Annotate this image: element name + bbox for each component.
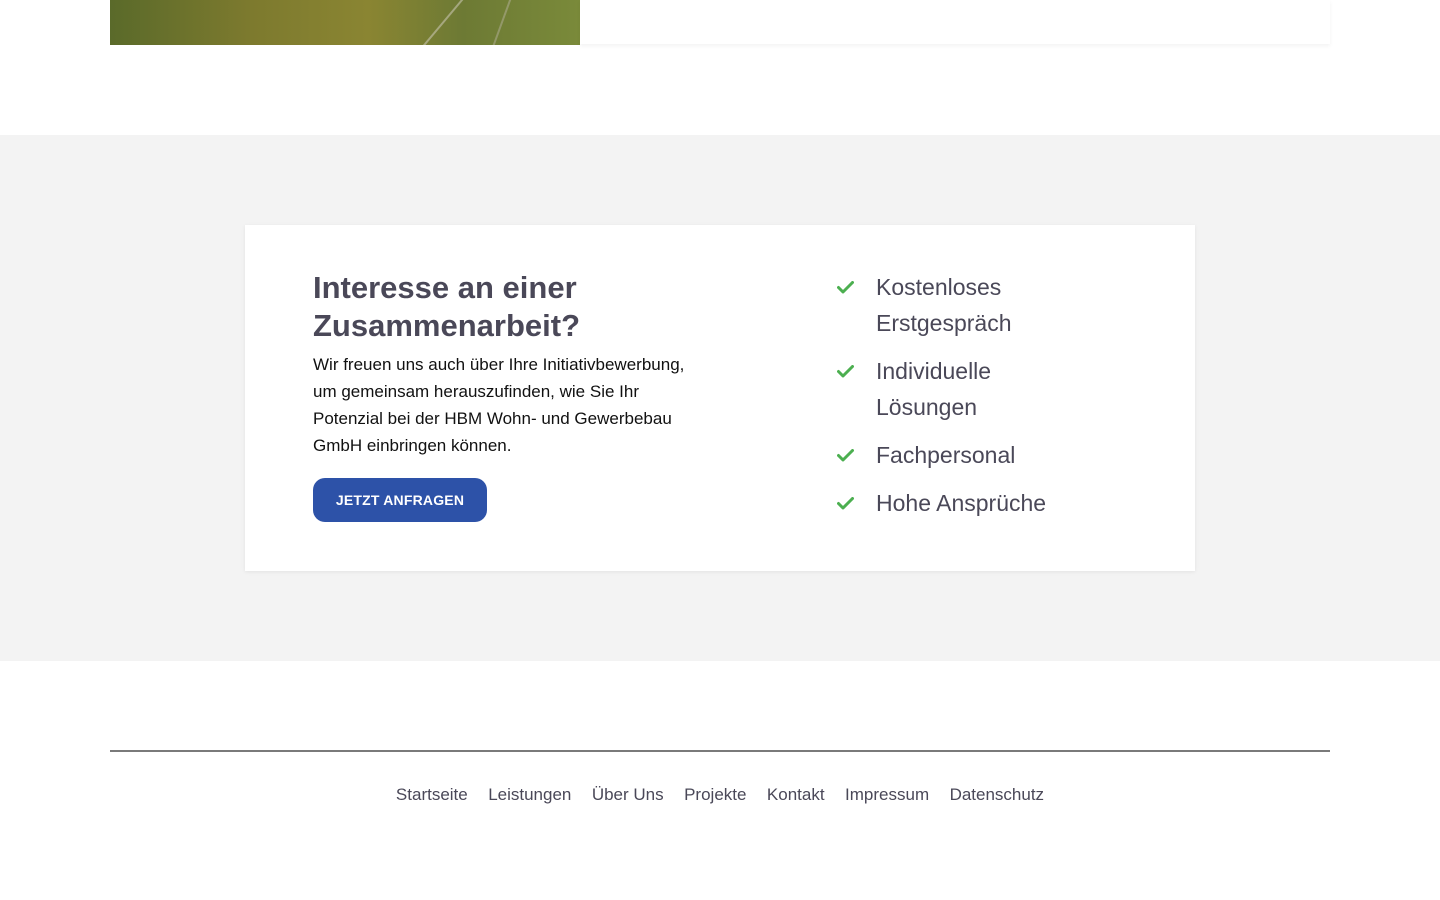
footer-link-impressum[interactable]: Impressum (845, 783, 929, 807)
previous-card (580, 0, 1330, 44)
previous-section (0, 0, 1440, 135)
footer-link-ueber-uns[interactable]: Über Uns (592, 783, 664, 807)
footer-link-kontakt[interactable]: Kontakt (767, 783, 825, 807)
cta-text: Wir freuen uns auch über Ihre Initiativb… (313, 355, 685, 455)
check-icon (837, 485, 857, 521)
feature-item: Hohe Ansprüche (837, 485, 1137, 521)
footer-divider (110, 750, 1330, 752)
footer: Startseite Leistungen Über Uns Projekte … (0, 661, 1440, 900)
footer-link-leistungen[interactable]: Leistungen (488, 783, 571, 807)
landscape-image (110, 0, 580, 45)
feature-item: Individuelle Lösungen (837, 353, 1137, 425)
cta-section: Interesse an einer Zusammenarbeit? Wir f… (0, 135, 1440, 661)
feature-label: Kostenloses Erstgespräch (876, 274, 1012, 336)
check-icon (837, 269, 857, 305)
feature-list: Kostenloses Erstgespräch Individuelle Lö… (837, 269, 1137, 533)
feature-item: Kostenloses Erstgespräch (837, 269, 1137, 341)
feature-label: Individuelle Lösungen (876, 358, 992, 420)
feature-label: Fachpersonal (876, 442, 1016, 468)
footer-link-datenschutz[interactable]: Datenschutz (950, 783, 1045, 807)
check-icon (837, 437, 857, 473)
cta-card: Interesse an einer Zusammenarbeit? Wir f… (245, 225, 1195, 571)
feature-label: Hohe Ansprüche (876, 490, 1047, 516)
footer-link-projekte[interactable]: Projekte (684, 783, 746, 807)
check-icon (837, 353, 857, 389)
footer-nav: Startseite Leistungen Über Uns Projekte … (0, 783, 1440, 807)
jetzt-anfragen-button[interactable]: JETZT ANFRAGEN (313, 478, 487, 522)
feature-item: Fachpersonal (837, 437, 1137, 473)
cta-title: Interesse an einer Zusammenarbeit? (313, 270, 581, 343)
footer-link-startseite[interactable]: Startseite (396, 783, 468, 807)
